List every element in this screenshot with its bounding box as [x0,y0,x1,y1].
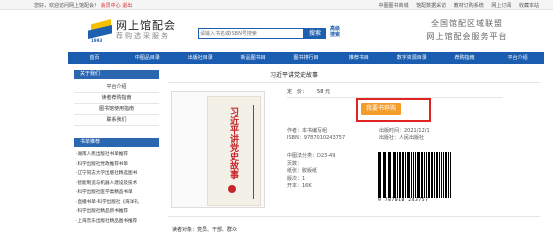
sidebar-item-contact[interactable]: 联系我们 [74,115,159,126]
main-nav: 首页 中图品目录 出版社目录 新品图书目 图书排行目 推荐书目 数字资源目录 荐… [68,52,544,64]
reader-audience: 读者对象：党员、干部、群众 [172,227,238,233]
nav-guide[interactable]: 荐购指南 [438,52,491,64]
divider [168,216,540,217]
book-paper: 纸张：胶版纸 [287,168,318,174]
top-link-subscribe[interactable]: 网上订阅 [491,3,511,9]
price-row: 定 价： 58 元 [287,88,330,95]
sidebar-about-heading: 关于我们 [74,70,159,79]
sidebar-item-library-guide[interactable]: 图书馆使用指南 [74,104,159,115]
barcode-bar [436,152,438,198]
barcode-bar [422,152,423,198]
book-meta-left: 作者：本书编写组 ISBN：9787010243757 [287,128,345,142]
book-meta-detail: 中图法分类：D23-49 页数： 纸张：胶版纸 版次：1 开本：16K [287,153,335,191]
top-link-textbook[interactable]: 教材订购系统 [454,3,484,9]
header-slogan: 全国馆配区域联盟 网上馆配会服务平台 [411,18,523,42]
search-box [198,28,304,39]
welcome-text: 您好，欢迎访问网上馆配会！ 会员中心 退出 [34,2,132,9]
barcode-bar [384,152,387,198]
top-link-favorite[interactable]: 收藏本站 [519,3,539,9]
barcode-bar [446,152,448,198]
slogan-line2: 网上馆配会服务平台 [426,32,508,41]
price-label: 定 价： [287,89,308,95]
nav-ranking[interactable]: 图书排行目 [280,52,333,64]
adv-search-line2: 搜索 [330,32,341,38]
barcode-bar [380,152,382,198]
book-clc: 中图法分类：D23-49 [287,153,336,159]
book-pages: 页数： [287,160,303,167]
top-bar: 您好，欢迎访问网上馆配会！ 会员中心 退出 中图图书商城 馆配数据采访 教材订购… [0,0,553,10]
book-publisher: 出版社：人民出版社 [379,135,425,141]
member-center-link[interactable]: 会员中心 [101,3,121,9]
slogan-line1: 全国馆配区域联盟 [431,19,503,28]
book-format: 开本：16K [287,183,312,189]
booklist-item[interactable]: ·科学出版社党政推荐书单 [76,160,166,170]
barcode-bar [442,152,444,198]
book-edition: 版次：1 [287,175,306,182]
cover-title: 习近平讲党史故事 [228,107,238,179]
book-title: 习近平讲党史故事 [270,72,319,79]
nav-home[interactable]: 首页 [68,52,121,64]
site-logo[interactable]: 1993 [88,17,114,43]
cover-stripe [253,105,254,199]
book-meta-right: 出版时间：2021/12/1 出版社：人民出版社 [379,128,430,142]
sidebar-about-list: 平台介绍 读者荐购指南 图书馆使用指南 联系我们 [74,82,159,126]
barcode-bar [417,152,419,198]
booklist-item[interactable]: ·智能制造与机器人建设及技术 [76,179,166,189]
barcode-bar [404,152,406,198]
top-link-data[interactable]: 馆配数据采访 [416,3,446,9]
top-links: 中图图书商城 馆配数据采访 教材订购系统 网上订阅 收藏本站 [373,2,539,9]
nav-catalog[interactable]: 中图品目录 [121,52,174,64]
logout-link[interactable]: 退出 [122,3,132,9]
booklist-item[interactable]: ·上海音乐出版社精品图书推荐 [76,217,166,227]
nav-publisher[interactable]: 出版社目录 [174,52,227,64]
nav-recommended[interactable]: 推荐书目 [332,52,385,64]
search-input[interactable] [200,29,302,38]
nav-about[interactable]: 平台介绍 [491,52,544,64]
barcode-bars [378,152,451,198]
nav-new-books[interactable]: 新品图书目 [227,52,280,64]
isbn-barcode: 9 787010 243757 [378,152,451,207]
book-author: 作者：本书编写组 [287,128,328,134]
search-button[interactable]: 搜索 [304,28,326,39]
sidebar-item-reader-guide[interactable]: 读者荐购指南 [74,93,159,104]
booklist-item[interactable]: ·直播书单-科学出版社《海洋礼 [76,198,166,208]
barcode-bar [388,152,390,198]
barcode-bar [390,152,392,198]
barcode-bar [400,152,401,198]
nav-digital[interactable]: 数字资源目录 [385,52,438,64]
book-cover[interactable]: 习近平讲党史故事 [207,96,261,206]
brand-subtitle: 荐购选采服务 [116,32,170,40]
booklist-recommendations: ·湖南人民出版社书单推荐 ·科学出版社党政推荐书单 ·辽宁同志大学出版社精选图书… [76,150,166,226]
booklist-item[interactable]: ·湖南人民出版社书单推荐 [76,150,166,160]
cover-emblem-icon [228,185,236,193]
barcode-digits: 9 787010 243757 [378,198,429,203]
welcome-label: 您好，欢迎访问网上馆配会！ [34,3,100,9]
booklist-item[interactable]: ·辽宁同志大学出版社精选图书 [76,169,166,179]
barcode-bar [412,152,414,198]
price-value: 58 元 [317,89,330,95]
book-pub-date: 出版时间：2021/12/1 [379,128,430,134]
advanced-search-link[interactable]: 高级 搜索 [330,26,340,38]
highlight-box [356,98,431,122]
booklist-item[interactable]: ·科学出版社医学类精品书单 [76,188,166,198]
booklist-item[interactable]: ·科学出版社精品新书推荐 [76,207,166,217]
sidebar-item-intro[interactable]: 平台介绍 [74,82,159,93]
logo-year: 1993 [91,38,103,43]
sidebar-booklist-heading: 书单推荐 [74,138,159,147]
divider [168,82,540,83]
book-isbn: ISBN：9787010243757 [287,135,346,141]
top-link-bookmall[interactable]: 中图图书商城 [379,3,409,9]
